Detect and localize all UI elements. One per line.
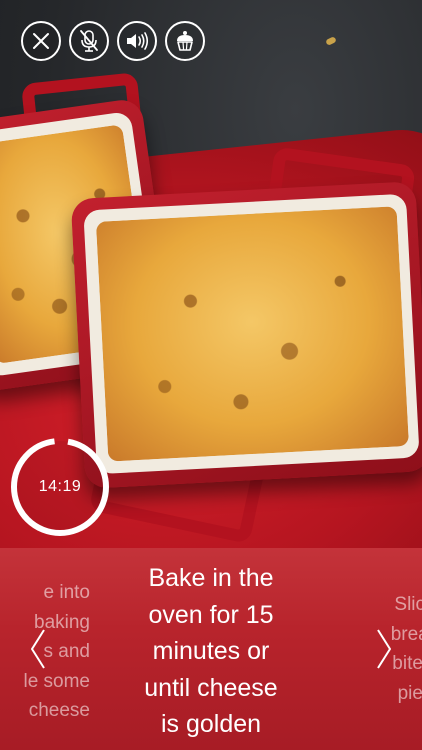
step-text-line: is golden: [160, 710, 262, 738]
step-text-line: minutes or: [152, 637, 270, 665]
recipe-button[interactable]: [165, 21, 205, 61]
photo-crumb: [325, 36, 337, 46]
close-icon: [33, 33, 49, 49]
sound-button[interactable]: [117, 21, 157, 61]
step-text-line: le some: [23, 670, 90, 692]
microphone-muted-icon: [80, 30, 98, 52]
chevron-left-icon[interactable]: [30, 628, 46, 670]
timer-time: 14:19: [38, 478, 82, 495]
step-text-line: Slice: [394, 594, 422, 615]
top-toolbar: [21, 21, 205, 61]
step-text-line: until cheese: [144, 673, 278, 702]
photo-dish-right: [70, 181, 422, 489]
current-step-text: Bake in the oven for 15 minutes or until ch…: [121, 560, 301, 743]
instruction-panel: e into baking s and le some cheese Bake in t…: [0, 548, 422, 750]
cupcake-icon: [177, 31, 193, 51]
step-text-line: oven for 15: [148, 600, 274, 629]
step-text-line: piec: [397, 682, 422, 704]
countdown-timer[interactable]: 14:19: [8, 435, 112, 539]
speaker-volume-icon: [127, 32, 149, 50]
close-button[interactable]: [21, 21, 61, 61]
chevron-right-icon[interactable]: [376, 628, 392, 670]
step-text-line: e into: [43, 582, 90, 603]
mute-voice-button[interactable]: [69, 21, 109, 61]
step-text-line: Bake in the: [148, 564, 274, 592]
step-text-line: cheese: [28, 700, 90, 721]
